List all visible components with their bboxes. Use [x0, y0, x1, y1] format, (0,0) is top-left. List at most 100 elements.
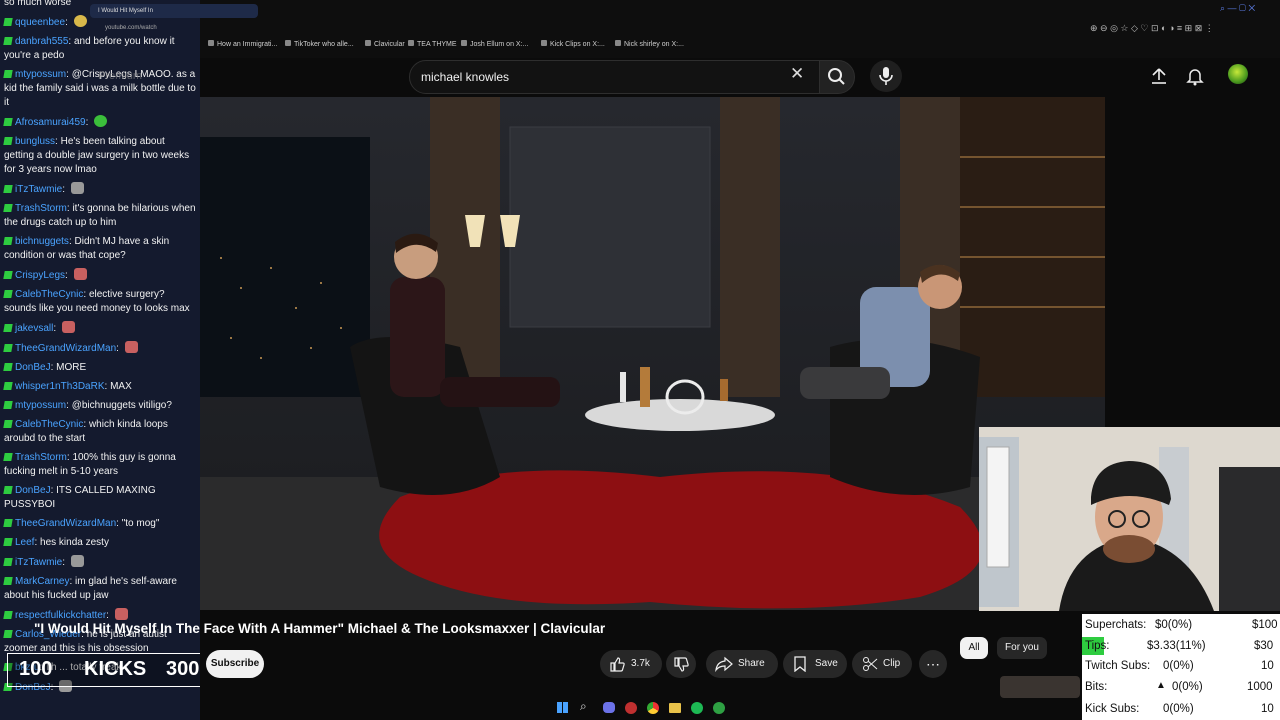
- twitch-subs-label: Twitch Subs:: [1085, 660, 1151, 672]
- subscribe-button[interactable]: Subscribe: [206, 650, 264, 678]
- kick-subs-label: Kick Subs:: [1085, 703, 1140, 715]
- clear-search-icon[interactable]: ✕: [790, 64, 808, 86]
- bookmark-4[interactable]: TEA THYME: [408, 40, 457, 48]
- chat-username[interactable]: mtypossum: [15, 69, 66, 80]
- kick-badge-icon: [3, 290, 13, 298]
- chrome-icon[interactable]: [647, 702, 659, 714]
- chat-text: MORE: [56, 362, 87, 373]
- kick-badge-icon: [3, 18, 13, 26]
- kicks-label: KICKS: [84, 658, 147, 680]
- chat-username[interactable]: respectfulkickchatter: [15, 610, 106, 621]
- chat-emote-icon: [70, 555, 84, 567]
- chat-username[interactable]: iTzTawmie: [15, 557, 62, 568]
- chat-emote-icon: [73, 268, 87, 280]
- spotify-icon[interactable]: [691, 702, 703, 714]
- window-controls[interactable]: ⌕ — ▢ ✕: [1220, 3, 1255, 14]
- like-count: 3.7k: [631, 658, 650, 669]
- search-input[interactable]: michael knowles: [409, 60, 821, 94]
- folder-icon[interactable]: [669, 703, 681, 713]
- chat-username[interactable]: Leef: [15, 537, 34, 548]
- chat-message: iTzTawmie:: [0, 555, 200, 570]
- kick-badge-icon: [3, 558, 13, 566]
- kick-subs-value: 0(0%): [1163, 703, 1194, 715]
- obs-icon[interactable]: [625, 702, 637, 714]
- video-frame: [200, 97, 1105, 610]
- chat-message: iTzTawmie:: [0, 182, 200, 197]
- chat-message: bungluss: He's been talking about gettin…: [3, 136, 190, 175]
- chat-emote-icon: [61, 321, 75, 333]
- chat-username[interactable]: bungluss: [15, 136, 55, 147]
- chat-message: Leef: hes kinda zesty: [0, 536, 200, 550]
- chat-username[interactable]: qqueenbee: [15, 17, 65, 28]
- chat-message: TrashStorm: 100% this guy is gonna fucki…: [3, 452, 176, 477]
- chat-message-list: so much worse qqueenbee: danbrah555: and …: [0, 0, 200, 700]
- bookmark-6[interactable]: Kick Clips on X:...: [541, 40, 605, 48]
- chat-username[interactable]: MarkCarney: [15, 576, 69, 587]
- clip-label: Clip: [883, 658, 901, 669]
- chip-all[interactable]: All: [960, 637, 988, 659]
- chat-username[interactable]: TrashStorm: [15, 203, 67, 214]
- tab-title: I Would Hit Myself In: [98, 8, 153, 14]
- taskbar: ⌕: [547, 699, 737, 717]
- chat-emote-icon: [124, 341, 138, 353]
- chat-username[interactable]: TheeGrandWizardMan: [15, 518, 116, 529]
- twitch-subs-value: 0(0%): [1163, 660, 1194, 672]
- chat-username[interactable]: jakevsall: [15, 323, 53, 334]
- bookmark-7[interactable]: Nick shirley on X:...: [615, 40, 684, 48]
- chat-emote-icon: [114, 608, 128, 620]
- scissors-icon: [863, 657, 878, 671]
- next-video-thumbnail[interactable]: [1000, 676, 1080, 698]
- search-taskbar-icon[interactable]: ⌕: [580, 699, 587, 714]
- voice-search-button[interactable]: [870, 60, 902, 92]
- chat-emote-icon: [94, 115, 108, 127]
- more-icon: ⋯: [926, 656, 940, 672]
- discord-icon[interactable]: [603, 702, 615, 713]
- chat-username[interactable]: whisper1nTh3DaRK: [15, 381, 105, 392]
- more-actions-button[interactable]: ⋯: [919, 650, 947, 678]
- chat-username[interactable]: TheeGrandWizardMan: [15, 343, 116, 354]
- notifications-bell-icon[interactable]: [1185, 66, 1205, 86]
- chat-message: TheeGrandWizardMan: "to mog": [0, 517, 200, 531]
- bookmark-icon: [794, 656, 806, 672]
- clip-button[interactable]: Clip: [852, 650, 912, 678]
- chat-username[interactable]: danbrah555: [15, 36, 68, 47]
- chat-username[interactable]: CrispyLegs: [15, 270, 65, 281]
- dislike-button[interactable]: [666, 650, 696, 678]
- upload-icon[interactable]: [1149, 66, 1169, 86]
- share-button[interactable]: Share: [706, 650, 778, 678]
- chat-message: TrashStorm: it's gonna be hilarious when…: [3, 203, 196, 228]
- bookmark-5[interactable]: Josh Ellum on X:...: [461, 40, 528, 48]
- chat-username[interactable]: bichnuggets: [15, 236, 69, 247]
- chat-username[interactable]: TrashStorm: [15, 452, 67, 463]
- windows-start-icon[interactable]: [557, 702, 568, 713]
- toolbar-icons[interactable]: ⊕ ⊖ ◎ ☆ ◇ ♡ ⊡ ◐ ◑ ≡ ⊞ ⊠ ⋮: [1090, 23, 1214, 34]
- kick-badge-icon: [3, 630, 13, 638]
- chat-username[interactable]: iTzTawmie: [15, 184, 62, 195]
- chat-username[interactable]: CalebTheCynic: [15, 289, 83, 300]
- save-button[interactable]: Save: [783, 650, 847, 678]
- chat-message: jakevsall:: [0, 321, 200, 336]
- bookmark-2[interactable]: TikToker who alle...: [285, 40, 354, 48]
- chat-text: @bichnuggets vitiligo?: [71, 400, 172, 411]
- chat-username[interactable]: DonBeJ: [15, 485, 51, 496]
- chat-username[interactable]: DonBeJ: [15, 362, 51, 373]
- chat-message: TheeGrandWizardMan:: [0, 341, 200, 356]
- video-player[interactable]: [200, 97, 1105, 610]
- chat-text: "to mog": [121, 518, 160, 529]
- bookmark-1[interactable]: How an Immigrati...: [208, 40, 277, 48]
- chip-for-you[interactable]: For you: [997, 637, 1047, 659]
- like-button[interactable]: 3.7k: [600, 650, 662, 678]
- chat-username[interactable]: CalebTheCynic: [15, 419, 83, 430]
- search-button[interactable]: [819, 60, 855, 94]
- chat-username[interactable]: Afrosamurai459: [15, 117, 86, 128]
- youtube-premium-logo[interactable]: Premium: [98, 70, 142, 82]
- bookmark-3[interactable]: Clavicular: [365, 40, 405, 48]
- superchats-goal: $100: [1252, 619, 1278, 631]
- browser-tab[interactable]: I Would Hit Myself In: [90, 4, 258, 18]
- kick-badge-icon: [3, 204, 13, 212]
- xbox-icon[interactable]: [713, 702, 725, 714]
- avatar[interactable]: [1228, 64, 1248, 84]
- donation-goals-panel: Superchats: $0(0%) $100 Tips: $3.33(11%)…: [1082, 614, 1280, 720]
- chat-username[interactable]: mtypossum: [15, 400, 66, 411]
- kick-badge-icon: [3, 453, 13, 461]
